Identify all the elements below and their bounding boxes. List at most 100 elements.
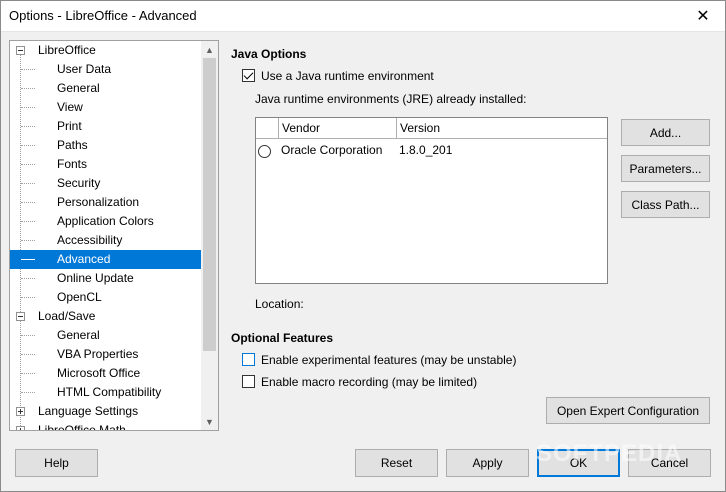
use-jre-label: Use a Java runtime environment: [261, 69, 434, 83]
table-row[interactable]: Oracle Corporation 1.8.0_201: [256, 140, 607, 160]
tree-item-personalization[interactable]: Personalization: [10, 193, 202, 212]
tree-item-label: Load/Save: [38, 309, 96, 323]
column-version[interactable]: Version: [396, 118, 607, 139]
collapse-minus-icon[interactable]: [16, 46, 25, 55]
tree-item-label: Microsoft Office: [57, 366, 141, 380]
help-button[interactable]: Help: [15, 449, 98, 477]
reset-label: Reset: [380, 456, 413, 470]
java-options-heading: Java Options: [231, 47, 307, 61]
macro-recording-checkbox[interactable]: [242, 375, 255, 388]
experimental-features-label: Enable experimental features (may be uns…: [261, 353, 517, 367]
tree-item-general[interactable]: General: [10, 79, 202, 98]
cancel-label: Cancel: [650, 456, 689, 470]
tree-item-label: View: [57, 100, 83, 114]
add-jre-label: Add...: [649, 125, 682, 140]
tree-item-label: Security: [57, 176, 101, 190]
tree-item-label: Advanced: [57, 252, 111, 266]
macro-recording-label: Enable macro recording (may be limited): [261, 375, 478, 389]
tree-item-user-data[interactable]: User Data: [10, 60, 202, 79]
tree-item-language-settings[interactable]: Language Settings: [10, 402, 202, 421]
tree-item-label: LibreOffice Math: [38, 423, 126, 431]
tree-item-label: OpenCL: [57, 290, 102, 304]
tree-connector-line: [21, 373, 35, 374]
ok-button[interactable]: OK: [537, 449, 620, 477]
apply-label: Apply: [472, 456, 503, 470]
tree-item-accessibility[interactable]: Accessibility: [10, 231, 202, 250]
expand-plus-icon[interactable]: [16, 426, 25, 430]
scroll-thumb[interactable]: [203, 58, 216, 351]
apply-button[interactable]: Apply: [446, 449, 529, 477]
tree-item-label: HTML Compatibility: [57, 385, 162, 399]
tree-connector-line: [21, 278, 35, 279]
help-label: Help: [44, 456, 69, 470]
tree-item-libreoffice-math[interactable]: LibreOffice Math: [10, 421, 202, 431]
tree-item-label: Personalization: [57, 195, 140, 209]
tree-item-label: User Data: [57, 62, 112, 76]
tree-connector-line: [21, 354, 35, 355]
tree-connector-line: [21, 297, 35, 298]
tree-connector-line: [21, 221, 35, 222]
tree-connector-line: [21, 126, 35, 127]
tree-item-view[interactable]: View: [10, 98, 202, 117]
ok-label: OK: [569, 456, 588, 470]
parameters-button[interactable]: Parameters...: [621, 155, 710, 182]
use-jre-checkbox[interactable]: [242, 69, 255, 82]
tree-item-application-colors[interactable]: Application Colors: [10, 212, 202, 231]
tree-item-html-compatibility[interactable]: HTML Compatibility: [10, 383, 202, 402]
tree-connector-line: [21, 259, 35, 260]
class-path-label: Class Path...: [631, 197, 700, 212]
tree-connector-line: [21, 392, 35, 393]
tree-item-general[interactable]: General: [10, 326, 202, 345]
tree-item-paths[interactable]: Paths: [10, 136, 202, 155]
tree-scrollbar[interactable]: ▲ ▼: [201, 41, 218, 430]
tree-item-label: Language Settings: [38, 404, 139, 418]
tree-item-label: Accessibility: [57, 233, 123, 247]
tree-item-libreoffice[interactable]: LibreOffice: [10, 41, 202, 60]
options-tree[interactable]: LibreOffice User Data General View Print Path…: [9, 40, 219, 431]
tree-item-label: LibreOffice: [38, 43, 96, 57]
cancel-button[interactable]: Cancel: [628, 449, 711, 477]
tree-connector-line: [21, 145, 35, 146]
tree-item-security[interactable]: Security: [10, 174, 202, 193]
window-title: Options - LibreOffice - Advanced: [9, 8, 197, 23]
tree-item-label: Fonts: [57, 157, 88, 171]
optional-features-heading: Optional Features: [231, 331, 334, 345]
tree-connector-line: [21, 88, 35, 89]
tree-item-label: General: [57, 81, 100, 95]
tree-connector-line: [21, 164, 35, 165]
scroll-up-icon[interactable]: ▲: [201, 41, 218, 58]
tree-item-fonts[interactable]: Fonts: [10, 155, 202, 174]
jre-vendor: Oracle Corporation: [281, 143, 383, 157]
tree-item-advanced[interactable]: Advanced: [10, 250, 202, 269]
scroll-down-icon[interactable]: ▼: [201, 413, 218, 430]
collapse-minus-icon[interactable]: [16, 312, 25, 321]
tree-connector-line: [21, 335, 35, 336]
title-bar: Options - LibreOffice - Advanced ✕: [0, 0, 726, 32]
tree-item-label: Application Colors: [57, 214, 154, 228]
tree-item-print[interactable]: Print: [10, 117, 202, 136]
class-path-button[interactable]: Class Path...: [621, 191, 710, 218]
tree-item-label: Paths: [57, 138, 88, 152]
experimental-features-checkbox[interactable]: [242, 353, 255, 366]
jre-select-radio[interactable]: [258, 145, 271, 158]
expert-configuration-button[interactable]: Open Expert Configuration: [546, 397, 710, 424]
tree-item-load-save[interactable]: Load/Save: [10, 307, 202, 326]
tree-item-label: Online Update: [57, 271, 134, 285]
tree-item-vba-properties[interactable]: VBA Properties: [10, 345, 202, 364]
jre-table-header: Vendor Version: [256, 118, 607, 139]
tree-item-label: General: [57, 328, 100, 342]
jre-table[interactable]: Vendor Version Oracle Corporation 1.8.0_…: [255, 117, 608, 284]
tree-connector-line: [21, 202, 35, 203]
tree-item-online-update[interactable]: Online Update: [10, 269, 202, 288]
tree-item-opencl[interactable]: OpenCL: [10, 288, 202, 307]
column-vendor[interactable]: Vendor: [278, 118, 396, 139]
jre-version: 1.8.0_201: [399, 143, 453, 157]
tree-connector-line: [21, 107, 35, 108]
installed-jre-label: Java runtime environments (JRE) already …: [255, 92, 527, 106]
expand-plus-icon[interactable]: [16, 407, 25, 416]
reset-button[interactable]: Reset: [355, 449, 438, 477]
close-icon[interactable]: ✕: [680, 0, 726, 31]
tree-connector-line: [21, 183, 35, 184]
add-jre-button[interactable]: Add...: [621, 119, 710, 146]
tree-item-microsoft-office[interactable]: Microsoft Office: [10, 364, 202, 383]
